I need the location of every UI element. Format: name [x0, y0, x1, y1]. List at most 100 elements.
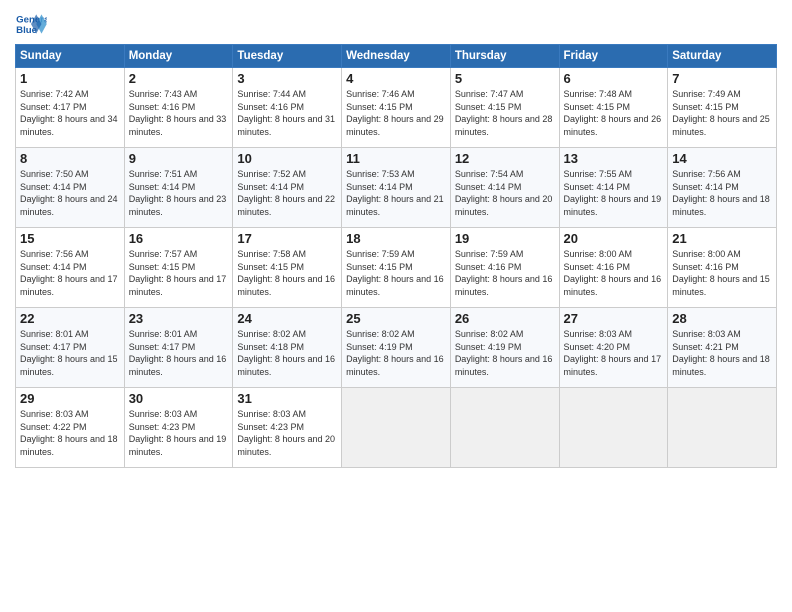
day-number: 16	[129, 231, 229, 246]
day-number: 15	[20, 231, 120, 246]
day-number: 8	[20, 151, 120, 166]
day-number: 2	[129, 71, 229, 86]
calendar-cell: 16 Sunrise: 7:57 AMSunset: 4:15 PMDayligh…	[124, 228, 233, 308]
cell-info: Sunrise: 8:00 AMSunset: 4:16 PMDaylight:…	[672, 249, 770, 297]
cell-info: Sunrise: 7:54 AMSunset: 4:14 PMDaylight:…	[455, 169, 553, 217]
calendar-cell: 9 Sunrise: 7:51 AMSunset: 4:14 PMDaylight…	[124, 148, 233, 228]
cell-info: Sunrise: 7:47 AMSunset: 4:15 PMDaylight:…	[455, 89, 553, 137]
calendar-cell: 6 Sunrise: 7:48 AMSunset: 4:15 PMDaylight…	[559, 68, 668, 148]
day-number: 17	[237, 231, 337, 246]
cell-info: Sunrise: 7:44 AMSunset: 4:16 PMDaylight:…	[237, 89, 335, 137]
logo-icon: General Blue	[15, 10, 47, 38]
calendar-cell	[450, 388, 559, 468]
weekday-header-sunday: Sunday	[16, 45, 125, 68]
cell-info: Sunrise: 7:42 AMSunset: 4:17 PMDaylight:…	[20, 89, 118, 137]
cell-info: Sunrise: 8:01 AMSunset: 4:17 PMDaylight:…	[129, 329, 227, 377]
cell-info: Sunrise: 7:56 AMSunset: 4:14 PMDaylight:…	[20, 249, 118, 297]
cell-info: Sunrise: 8:02 AMSunset: 4:18 PMDaylight:…	[237, 329, 335, 377]
day-number: 13	[564, 151, 664, 166]
cell-info: Sunrise: 8:01 AMSunset: 4:17 PMDaylight:…	[20, 329, 118, 377]
calendar-cell: 24 Sunrise: 8:02 AMSunset: 4:18 PMDayligh…	[233, 308, 342, 388]
weekday-header-saturday: Saturday	[668, 45, 777, 68]
cell-info: Sunrise: 7:59 AMSunset: 4:16 PMDaylight:…	[455, 249, 553, 297]
day-number: 1	[20, 71, 120, 86]
logo: General Blue	[15, 10, 47, 38]
calendar-cell: 19 Sunrise: 7:59 AMSunset: 4:16 PMDayligh…	[450, 228, 559, 308]
day-number: 4	[346, 71, 446, 86]
calendar-cell: 2 Sunrise: 7:43 AMSunset: 4:16 PMDaylight…	[124, 68, 233, 148]
day-number: 19	[455, 231, 555, 246]
cell-info: Sunrise: 7:46 AMSunset: 4:15 PMDaylight:…	[346, 89, 444, 137]
calendar-table: SundayMondayTuesdayWednesdayThursdayFrid…	[15, 44, 777, 468]
calendar-cell: 7 Sunrise: 7:49 AMSunset: 4:15 PMDaylight…	[668, 68, 777, 148]
cell-info: Sunrise: 8:03 AMSunset: 4:20 PMDaylight:…	[564, 329, 662, 377]
day-number: 5	[455, 71, 555, 86]
calendar-cell	[342, 388, 451, 468]
cell-info: Sunrise: 7:52 AMSunset: 4:14 PMDaylight:…	[237, 169, 335, 217]
weekday-header-friday: Friday	[559, 45, 668, 68]
day-number: 20	[564, 231, 664, 246]
cell-info: Sunrise: 8:02 AMSunset: 4:19 PMDaylight:…	[455, 329, 553, 377]
calendar-cell: 28 Sunrise: 8:03 AMSunset: 4:21 PMDayligh…	[668, 308, 777, 388]
day-number: 7	[672, 71, 772, 86]
day-number: 21	[672, 231, 772, 246]
day-number: 28	[672, 311, 772, 326]
calendar-cell: 18Sunrise: 7:59 AMSunset: 4:15 PMDayligh…	[342, 228, 451, 308]
calendar-cell: 5 Sunrise: 7:47 AMSunset: 4:15 PMDaylight…	[450, 68, 559, 148]
calendar-cell: 20 Sunrise: 8:00 AMSunset: 4:16 PMDayligh…	[559, 228, 668, 308]
cell-info: Sunrise: 8:00 AMSunset: 4:16 PMDaylight:…	[564, 249, 662, 297]
calendar-cell: 23 Sunrise: 8:01 AMSunset: 4:17 PMDayligh…	[124, 308, 233, 388]
day-number: 9	[129, 151, 229, 166]
day-number: 22	[20, 311, 120, 326]
calendar-cell: 25 Sunrise: 8:02 AMSunset: 4:19 PMDayligh…	[342, 308, 451, 388]
day-number: 14	[672, 151, 772, 166]
weekday-header-monday: Monday	[124, 45, 233, 68]
calendar-cell: 8 Sunrise: 7:50 AMSunset: 4:14 PMDaylight…	[16, 148, 125, 228]
calendar-cell: 11 Sunrise: 7:53 AMSunset: 4:14 PMDayligh…	[342, 148, 451, 228]
cell-info: Sunrise: 7:55 AMSunset: 4:14 PMDaylight:…	[564, 169, 662, 217]
day-number: 25	[346, 311, 446, 326]
weekday-header-wednesday: Wednesday	[342, 45, 451, 68]
cell-info: Sunrise: 8:03 AMSunset: 4:22 PMDaylight:…	[20, 409, 118, 457]
calendar-cell: 22 Sunrise: 8:01 AMSunset: 4:17 PMDayligh…	[16, 308, 125, 388]
calendar-cell: 1 Sunrise: 7:42 AMSunset: 4:17 PMDaylight…	[16, 68, 125, 148]
day-number: 29	[20, 391, 120, 406]
header: General Blue	[15, 10, 777, 38]
cell-info: Sunrise: 8:03 AMSunset: 4:21 PMDaylight:…	[672, 329, 770, 377]
calendar-cell: 4 Sunrise: 7:46 AMSunset: 4:15 PMDaylight…	[342, 68, 451, 148]
cell-info: Sunrise: 7:43 AMSunset: 4:16 PMDaylight:…	[129, 89, 227, 137]
cell-info: Sunrise: 7:56 AMSunset: 4:14 PMDaylight:…	[672, 169, 770, 217]
cell-info: Sunrise: 7:57 AMSunset: 4:15 PMDaylight:…	[129, 249, 227, 297]
cell-info: Sunrise: 8:03 AMSunset: 4:23 PMDaylight:…	[237, 409, 335, 457]
day-number: 24	[237, 311, 337, 326]
day-number: 3	[237, 71, 337, 86]
day-number: 11	[346, 151, 446, 166]
calendar-cell: 17Sunrise: 7:58 AMSunset: 4:15 PMDayligh…	[233, 228, 342, 308]
weekday-header-tuesday: Tuesday	[233, 45, 342, 68]
calendar-cell: 31Sunrise: 8:03 AMSunset: 4:23 PMDayligh…	[233, 388, 342, 468]
day-number: 6	[564, 71, 664, 86]
calendar-cell	[559, 388, 668, 468]
calendar-cell: 14 Sunrise: 7:56 AMSunset: 4:14 PMDayligh…	[668, 148, 777, 228]
calendar-cell: 21 Sunrise: 8:00 AMSunset: 4:16 PMDayligh…	[668, 228, 777, 308]
day-number: 23	[129, 311, 229, 326]
cell-info: Sunrise: 7:53 AMSunset: 4:14 PMDaylight:…	[346, 169, 444, 217]
day-number: 26	[455, 311, 555, 326]
calendar-cell	[668, 388, 777, 468]
day-number: 30	[129, 391, 229, 406]
cell-info: Sunrise: 7:50 AMSunset: 4:14 PMDaylight:…	[20, 169, 118, 217]
cell-info: Sunrise: 7:48 AMSunset: 4:15 PMDaylight:…	[564, 89, 662, 137]
cell-info: Sunrise: 8:02 AMSunset: 4:19 PMDaylight:…	[346, 329, 444, 377]
calendar-cell: 3 Sunrise: 7:44 AMSunset: 4:16 PMDaylight…	[233, 68, 342, 148]
calendar-cell: 15 Sunrise: 7:56 AMSunset: 4:14 PMDayligh…	[16, 228, 125, 308]
calendar-cell: 12Sunrise: 7:54 AMSunset: 4:14 PMDayligh…	[450, 148, 559, 228]
calendar-cell: 10Sunrise: 7:52 AMSunset: 4:14 PMDayligh…	[233, 148, 342, 228]
day-number: 27	[564, 311, 664, 326]
calendar-cell: 27 Sunrise: 8:03 AMSunset: 4:20 PMDayligh…	[559, 308, 668, 388]
cell-info: Sunrise: 7:49 AMSunset: 4:15 PMDaylight:…	[672, 89, 770, 137]
calendar-cell: 13 Sunrise: 7:55 AMSunset: 4:14 PMDayligh…	[559, 148, 668, 228]
page: General Blue SundayMondayTuesdayWednesda…	[0, 0, 792, 612]
cell-info: Sunrise: 7:51 AMSunset: 4:14 PMDaylight:…	[129, 169, 227, 217]
calendar-cell: 30Sunrise: 8:03 AMSunset: 4:23 PMDayligh…	[124, 388, 233, 468]
cell-info: Sunrise: 7:59 AMSunset: 4:15 PMDaylight:…	[346, 249, 444, 297]
